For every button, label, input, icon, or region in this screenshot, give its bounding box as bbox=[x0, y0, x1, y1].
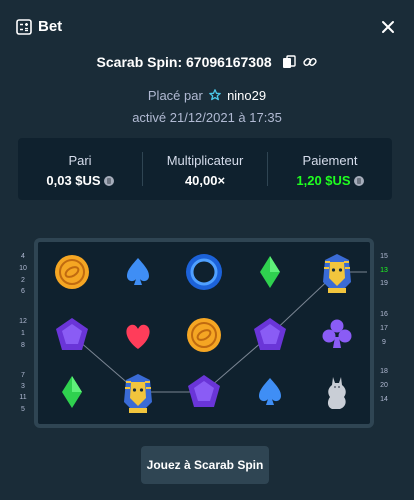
purple-gem-icon bbox=[48, 311, 96, 359]
payline-number: 2 bbox=[21, 277, 25, 284]
payline-number: 1 bbox=[21, 330, 25, 337]
payline-number: 3 bbox=[21, 383, 25, 390]
blue-spade-icon bbox=[246, 368, 294, 416]
vip-star-icon bbox=[209, 89, 222, 101]
payline-number: 17 bbox=[380, 325, 388, 332]
payline-number: 5 bbox=[21, 406, 25, 413]
payout-value: 1,20 $US bbox=[296, 173, 351, 188]
game-title-row: Scarab Spin: 67096167308 bbox=[0, 52, 414, 70]
payline-number: 10 bbox=[19, 265, 27, 272]
pharaoh-icon bbox=[313, 248, 361, 296]
close-icon[interactable] bbox=[378, 17, 398, 37]
pharaoh-icon bbox=[114, 368, 162, 416]
bet-stats-panel: Pari 0,03 $US Multiplicateur 40,00× Paie… bbox=[18, 138, 392, 200]
green-diamond-icon bbox=[246, 248, 294, 296]
play-game-button[interactable]: Jouez à Scarab Spin bbox=[141, 446, 269, 484]
placed-by-row: Placé par nino29 bbox=[0, 88, 414, 104]
purple-gem-icon bbox=[246, 311, 294, 359]
payline-number: 8 bbox=[21, 342, 25, 349]
payout-label: Paiement bbox=[302, 153, 358, 168]
blue-spade-icon bbox=[114, 248, 162, 296]
multiplier-value: 40,00× bbox=[184, 173, 226, 188]
purple-gem-icon bbox=[180, 368, 228, 416]
payline-number: 19 bbox=[380, 280, 388, 287]
blue-ring-icon bbox=[180, 248, 228, 296]
placed-by-label: Placé par bbox=[147, 88, 203, 103]
payline-number: 13 bbox=[380, 267, 388, 274]
payline-number: 6 bbox=[21, 288, 25, 295]
multiplier-label: Multiplicateur bbox=[166, 153, 244, 168]
currency-coin-icon bbox=[353, 176, 364, 186]
payline-number: 9 bbox=[382, 339, 386, 346]
purple-club-icon bbox=[313, 311, 361, 359]
modal-header: Bet bbox=[0, 0, 414, 54]
bet-amount-stat: Pari 0,03 $US bbox=[18, 138, 142, 200]
cat-statue-icon bbox=[313, 368, 361, 416]
green-diamond-icon bbox=[48, 368, 96, 416]
payline-number: 11 bbox=[19, 394, 27, 401]
link-icon[interactable] bbox=[303, 55, 318, 69]
modal-title: Bet bbox=[38, 18, 63, 35]
red-heart-icon bbox=[114, 311, 162, 359]
currency-coin-icon bbox=[103, 176, 114, 186]
payline-number: 16 bbox=[380, 311, 388, 318]
activated-date: activé 21/12/2021 à 17:35 bbox=[132, 110, 282, 125]
game-title: Scarab Spin: 67096167308 bbox=[96, 54, 272, 71]
payline-number: 15 bbox=[380, 253, 388, 260]
payline-number: 18 bbox=[380, 368, 388, 375]
payline-number: 7 bbox=[21, 372, 25, 379]
payline-number: 4 bbox=[21, 253, 25, 260]
bet-slip-icon bbox=[16, 19, 32, 35]
bet-value: 0,03 $US bbox=[46, 173, 101, 188]
payline-number: 12 bbox=[19, 318, 27, 325]
bet-label: Pari bbox=[68, 153, 92, 168]
orange-coin-icon bbox=[48, 248, 96, 296]
payout-stat: Paiement 1,20 $US bbox=[268, 138, 392, 200]
multiplier-stat: Multiplicateur 40,00× bbox=[143, 138, 267, 200]
copy-icon[interactable] bbox=[282, 55, 296, 69]
payline-number: 14 bbox=[380, 396, 388, 403]
username-link[interactable]: nino29 bbox=[227, 88, 266, 103]
orange-coin-icon bbox=[180, 311, 228, 359]
payline-number: 20 bbox=[380, 382, 388, 389]
